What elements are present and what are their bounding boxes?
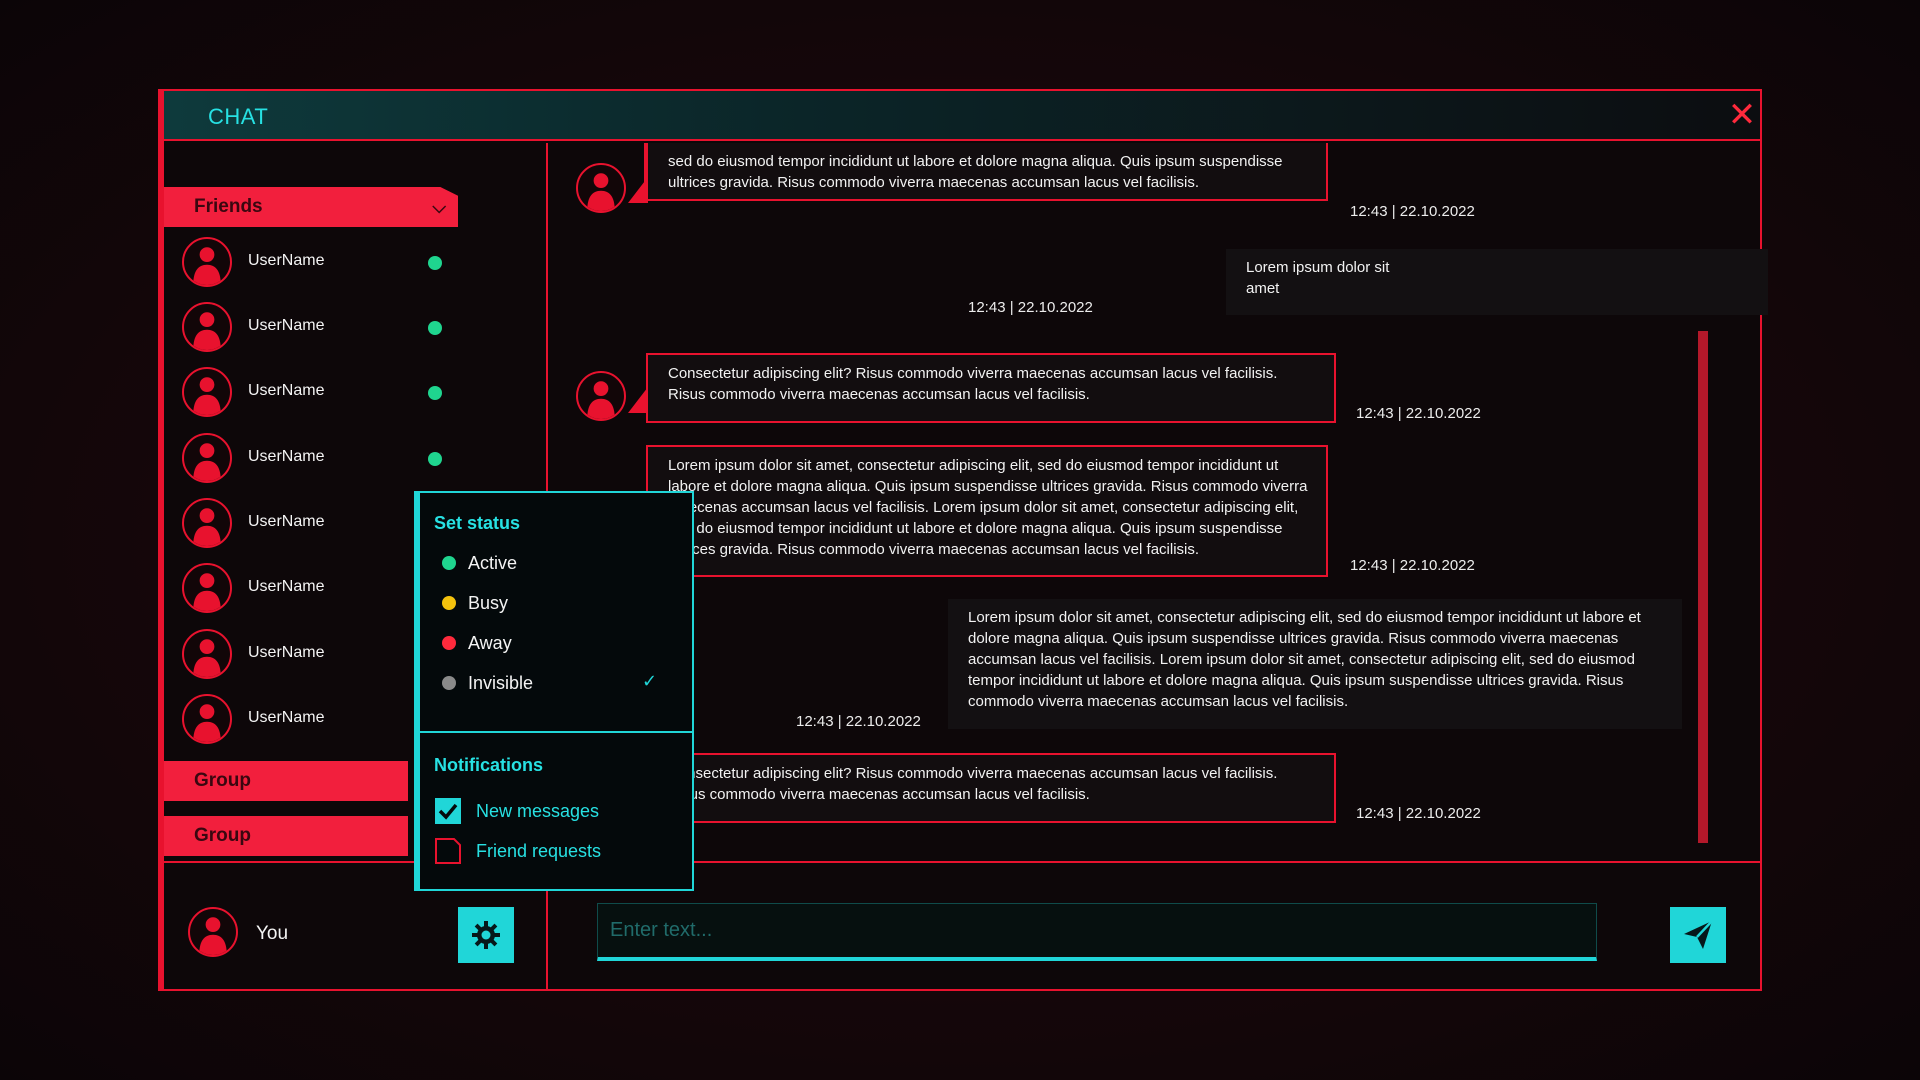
avatar bbox=[188, 907, 238, 957]
sender-avatar bbox=[576, 371, 626, 421]
message-timestamp: 12:43 | 22.10.2022 bbox=[968, 299, 1093, 316]
message-timestamp: 12:43 | 22.10.2022 bbox=[1350, 557, 1475, 574]
friends-section-header[interactable]: Friends ⌵ bbox=[164, 187, 458, 227]
scrollbar[interactable] bbox=[1698, 331, 1708, 843]
status-dot bbox=[442, 596, 456, 610]
status-dot bbox=[442, 556, 456, 570]
close-icon[interactable]: ✕ bbox=[1724, 97, 1760, 133]
status-label: Active bbox=[468, 553, 518, 573]
sender-avatar bbox=[576, 163, 626, 213]
checkbox-unchecked-icon bbox=[435, 838, 461, 864]
message-bubble: Consectetur adipiscing elit? Risus commo… bbox=[646, 353, 1336, 423]
status-label: Busy bbox=[468, 593, 509, 613]
my-message-bubble: Lorem ipsum dolor sit amet bbox=[1226, 249, 1768, 315]
chevron-down-icon: ⌵ bbox=[432, 197, 446, 217]
my-message-bubble: Lorem ipsum dolor sit amet, consectetur … bbox=[948, 599, 1682, 729]
online-status-dot bbox=[428, 321, 442, 335]
status-option-active[interactable]: Active bbox=[442, 549, 672, 579]
message-timestamp: 12:43 | 22.10.2022 bbox=[1356, 805, 1481, 822]
my-username: You bbox=[256, 923, 289, 944]
friend-name: UserName bbox=[248, 644, 325, 661]
message-text: Lorem ipsum dolor sit amet, consectetur … bbox=[968, 609, 1641, 710]
friend-name: UserName bbox=[248, 252, 325, 269]
message-text: Consectetur adipiscing elit? Risus commo… bbox=[668, 765, 1278, 803]
status-label: Away bbox=[468, 633, 512, 653]
friends-label: Friends bbox=[194, 196, 263, 217]
avatar bbox=[182, 302, 232, 352]
friend-name: UserName bbox=[248, 578, 325, 595]
friend-name: UserName bbox=[248, 709, 325, 726]
window-title: CHAT bbox=[208, 104, 269, 129]
status-menu: Set status Active Busy Away Invisible ✓ … bbox=[414, 491, 694, 891]
friend-item[interactable]: UserName bbox=[182, 302, 472, 354]
title-bar: CHAT ✕ bbox=[164, 91, 1760, 141]
friend-requests-checkbox[interactable]: Friend requests bbox=[434, 837, 674, 867]
message-text: Lorem ipsum dolor sit amet, consectetur … bbox=[668, 457, 1308, 558]
group-item[interactable]: Group bbox=[164, 816, 408, 856]
message-timestamp: 12:43 | 22.10.2022 bbox=[796, 713, 921, 730]
online-status-dot bbox=[428, 452, 442, 466]
group-item[interactable]: Group bbox=[164, 761, 408, 801]
notifications-heading: Notifications bbox=[434, 755, 544, 775]
message-text: sed do eiusmod tempor incididunt ut labo… bbox=[668, 153, 1283, 191]
avatar bbox=[182, 237, 232, 287]
checkbox-checked-icon bbox=[435, 798, 461, 824]
status-dot bbox=[442, 676, 456, 690]
settings-button[interactable] bbox=[458, 907, 514, 963]
message-timestamp: 12:43 | 22.10.2022 bbox=[1356, 405, 1481, 422]
send-button[interactable] bbox=[1670, 907, 1726, 963]
avatar bbox=[182, 563, 232, 613]
message-tail bbox=[628, 387, 648, 413]
input-divider bbox=[550, 861, 1760, 863]
send-icon bbox=[1684, 920, 1713, 949]
status-option-busy[interactable]: Busy bbox=[442, 589, 672, 619]
message-list[interactable]: sed do eiusmod tempor incididunt ut labo… bbox=[550, 143, 1768, 843]
status-menu-heading: Set status bbox=[434, 513, 521, 533]
message-input[interactable] bbox=[597, 903, 1597, 961]
notification-label: New messages bbox=[476, 801, 600, 821]
new-messages-checkbox[interactable]: New messages bbox=[434, 797, 674, 827]
online-status-dot bbox=[428, 256, 442, 270]
checkmark-icon: ✓ bbox=[642, 671, 658, 692]
avatar bbox=[182, 433, 232, 483]
message-bubble: Lorem ipsum dolor sit amet, consectetur … bbox=[646, 445, 1328, 577]
avatar bbox=[182, 629, 232, 679]
avatar bbox=[182, 498, 232, 548]
friend-item[interactable]: UserName bbox=[182, 237, 472, 289]
notification-label: Friend requests bbox=[476, 841, 602, 861]
status-option-away[interactable]: Away bbox=[442, 629, 672, 659]
status-dot bbox=[442, 636, 456, 650]
friend-item[interactable]: UserName bbox=[182, 433, 472, 485]
message-text: Consectetur adipiscing elit? Risus commo… bbox=[668, 365, 1278, 403]
friend-name: UserName bbox=[248, 448, 325, 465]
my-avatar[interactable] bbox=[188, 907, 240, 959]
friend-name: UserName bbox=[248, 317, 325, 334]
status-menu-divider bbox=[420, 731, 694, 733]
avatar bbox=[182, 694, 232, 744]
chat-window: CHAT ✕ Friends ⌵ UserName UserName UserN… bbox=[158, 89, 1768, 991]
online-status-dot bbox=[428, 386, 442, 400]
message-timestamp: 12:43 | 22.10.2022 bbox=[1350, 203, 1475, 220]
friend-name: UserName bbox=[248, 513, 325, 530]
message-bubble: Consectetur adipiscing elit? Risus commo… bbox=[646, 753, 1336, 823]
message-text: Lorem ipsum dolor sit amet bbox=[1246, 259, 1390, 297]
avatar bbox=[182, 367, 232, 417]
status-label: Invisible bbox=[468, 673, 534, 693]
gear-icon bbox=[472, 921, 500, 949]
message-bubble: sed do eiusmod tempor incididunt ut labo… bbox=[646, 143, 1328, 201]
friend-name: UserName bbox=[248, 382, 325, 399]
friend-item[interactable]: UserName bbox=[182, 367, 472, 419]
status-option-invisible[interactable]: Invisible ✓ bbox=[442, 669, 672, 699]
